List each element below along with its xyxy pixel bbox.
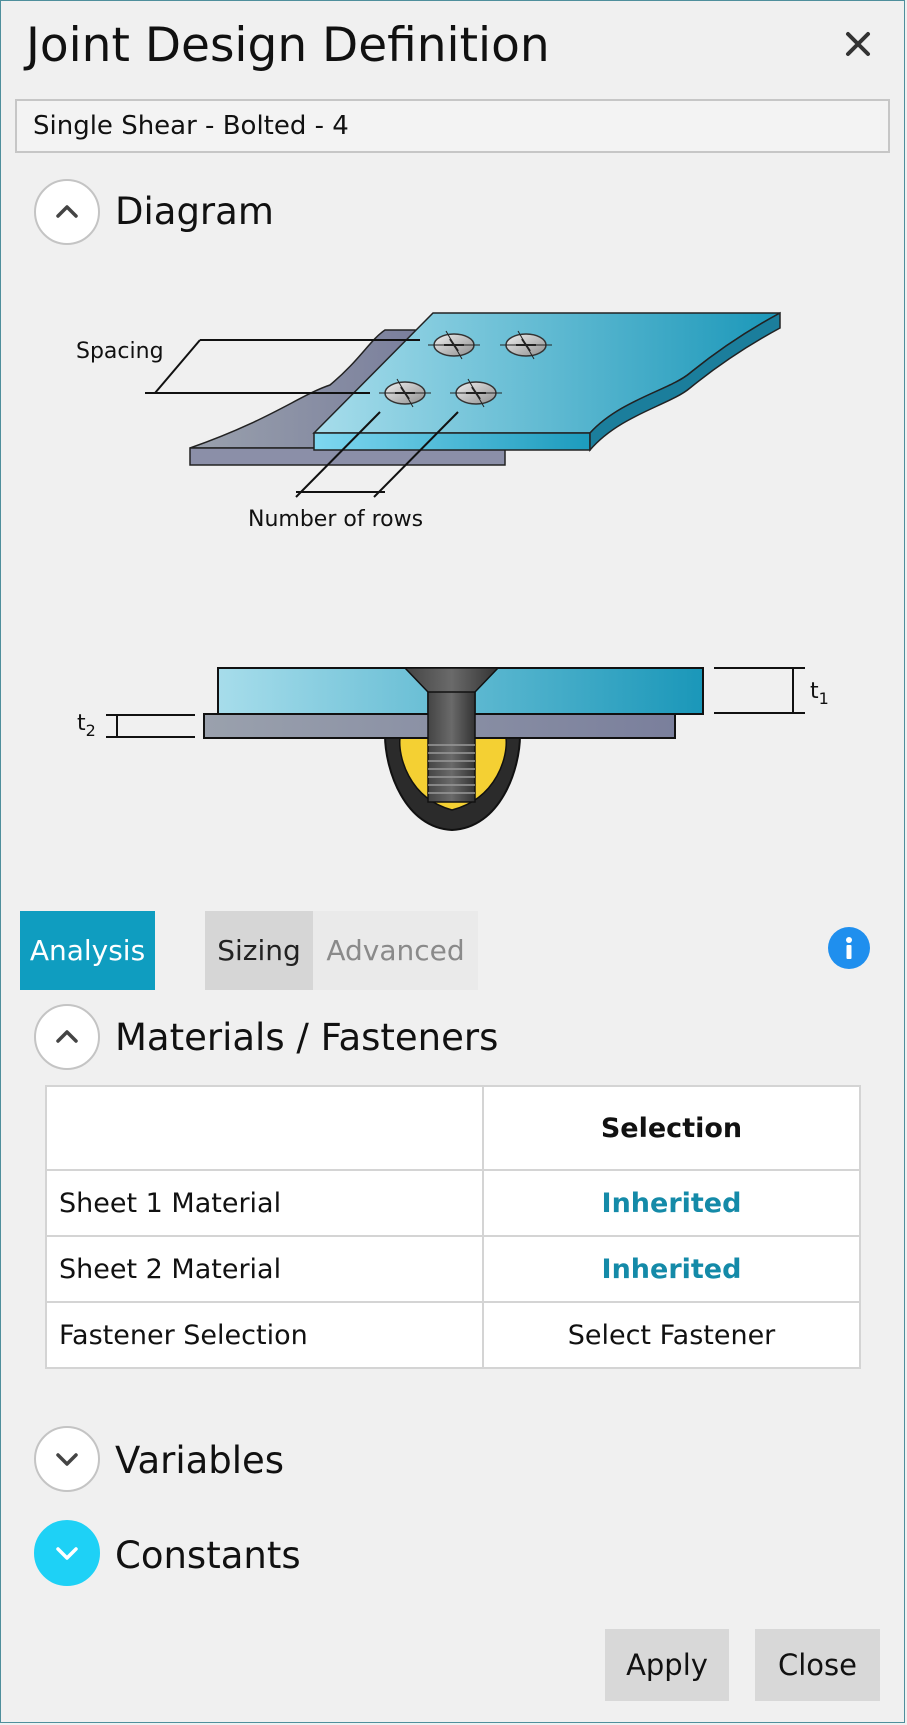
tab-sizing[interactable]: Sizing: [205, 911, 313, 990]
tab-advanced[interactable]: Advanced: [313, 911, 478, 990]
table-row: Sheet 1 Material Inherited: [45, 1169, 861, 1237]
diagram-section-title: Diagram: [115, 190, 274, 233]
cross-section: [203, 667, 704, 832]
materials-collapse-button[interactable]: [34, 1004, 100, 1070]
apply-button[interactable]: Apply: [605, 1629, 729, 1701]
row-label-sheet2: Sheet 2 Material: [45, 1235, 484, 1303]
row-label-fastener: Fastener Selection: [45, 1301, 484, 1369]
row-label-sheet1: Sheet 1 Material: [45, 1169, 484, 1237]
t2-label: t2: [77, 711, 96, 740]
t1-label: t1: [810, 679, 829, 708]
chevron-down-icon: [56, 1453, 78, 1466]
table-row: Fastener Selection Select Fastener: [45, 1301, 861, 1369]
variables-section-title: Variables: [115, 1439, 285, 1482]
joint-diagram: Spacing Number of rows t1 t2: [76, 311, 829, 832]
constants-expand-button[interactable]: [34, 1520, 100, 1586]
constants-section-title: Constants: [115, 1534, 301, 1577]
info-icon[interactable]: [828, 927, 870, 969]
materials-table: Selection Sheet 1 Material Inherited She…: [45, 1085, 861, 1369]
t2-dimension: [106, 714, 195, 738]
sheet1-material-value[interactable]: Inherited: [482, 1169, 861, 1237]
close-button[interactable]: Close: [755, 1629, 880, 1701]
dialog-title: Joint Design Definition: [26, 18, 550, 73]
chevron-down-icon: [56, 1547, 78, 1560]
spacing-label: Spacing: [76, 339, 164, 364]
tab-analysis[interactable]: Analysis: [20, 911, 155, 990]
rows-label: Number of rows: [248, 507, 423, 532]
sheet2-material-value[interactable]: Inherited: [482, 1235, 861, 1303]
chevron-up-icon: [56, 1030, 78, 1043]
table-header-blank: [45, 1085, 484, 1171]
variables-expand-button[interactable]: [34, 1426, 100, 1492]
select-fastener-button[interactable]: Select Fastener: [482, 1301, 861, 1369]
diagram-collapse-button[interactable]: [34, 179, 100, 245]
close-icon[interactable]: [838, 24, 878, 64]
table-header-row: Selection: [45, 1085, 861, 1171]
table-header-selection: Selection: [482, 1085, 861, 1171]
materials-section-title: Materials / Fasteners: [115, 1016, 499, 1059]
table-row: Sheet 2 Material Inherited: [45, 1235, 861, 1303]
t1-dimension: [714, 667, 805, 714]
chevron-up-icon: [56, 205, 78, 218]
joint-name-input[interactable]: [15, 99, 890, 153]
